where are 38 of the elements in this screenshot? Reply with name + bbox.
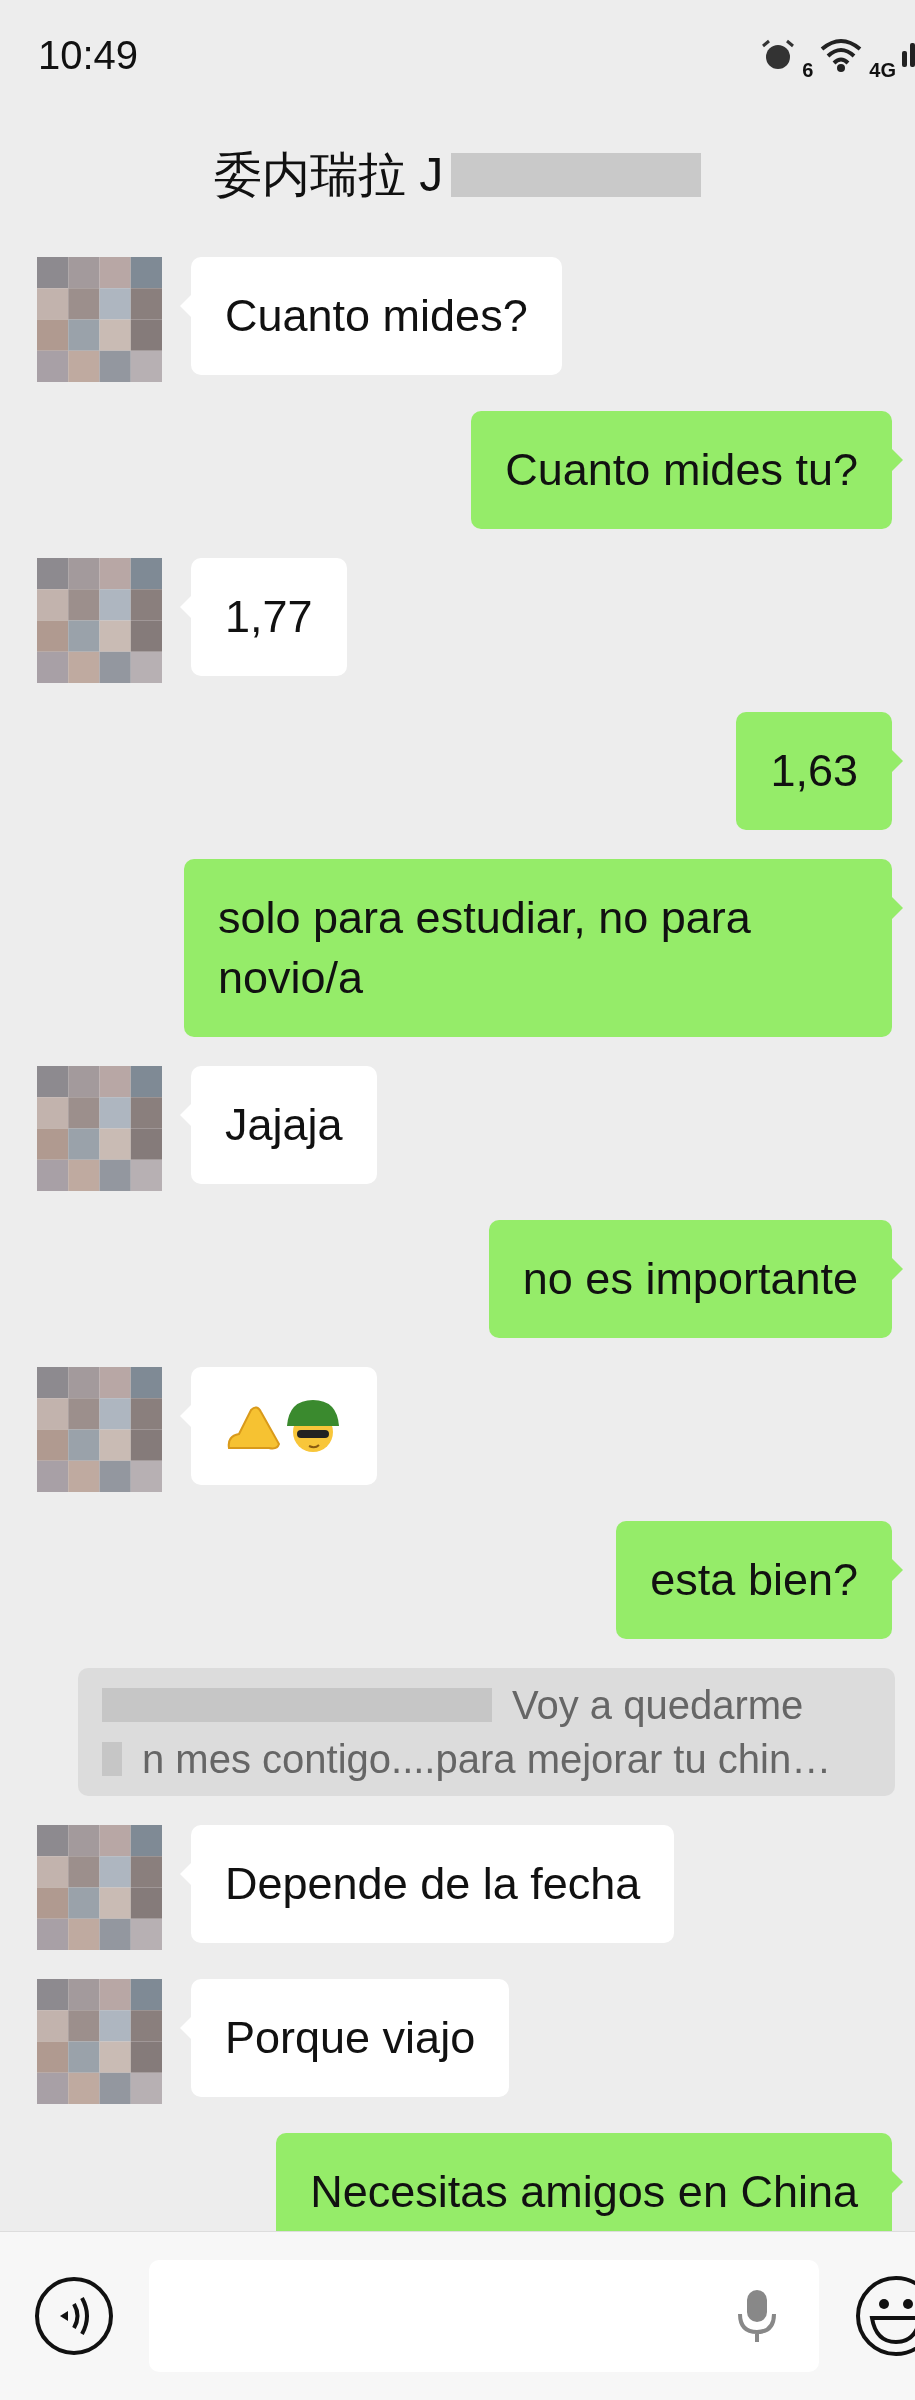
message-bubble[interactable]: no es importante bbox=[488, 1220, 892, 1338]
bubble-tail bbox=[892, 2171, 903, 2193]
microphone-icon[interactable] bbox=[737, 2288, 777, 2344]
avatar[interactable] bbox=[37, 1066, 162, 1191]
message-bubble[interactable]: Necesitas amigos en China bbox=[276, 2133, 892, 2231]
avatar[interactable] bbox=[37, 558, 162, 683]
bubble-tail bbox=[892, 897, 903, 919]
message-input-field[interactable] bbox=[149, 2260, 819, 2372]
wifi-icon bbox=[819, 37, 864, 73]
quote-text: Voy a quedarme bbox=[512, 1682, 804, 1729]
emoji-icon[interactable] bbox=[854, 2274, 915, 2358]
message-bubble[interactable]: Cuanto mides tu? bbox=[471, 411, 892, 529]
message-bubble[interactable]: Depende de la fecha bbox=[191, 1825, 675, 1943]
bubble-tail bbox=[892, 1559, 903, 1581]
quote-text: n mes contigo....para mejorar tu chin… bbox=[142, 1736, 832, 1783]
message-bubble[interactable]: Porque viajo bbox=[191, 1979, 510, 2097]
bubble-tail bbox=[892, 449, 903, 471]
avatar[interactable] bbox=[37, 257, 162, 382]
chat-title: 委内瑞拉 J bbox=[213, 147, 444, 203]
avatar[interactable] bbox=[37, 1825, 162, 1950]
message-bubble[interactable]: 1,77 bbox=[191, 558, 347, 676]
quoted-message[interactable]: Voy a quedarme n mes contigo....para mejorar tu chin… bbox=[78, 1668, 895, 1796]
message-bubble[interactable]: solo para estudiar, no para novio/a bbox=[184, 859, 892, 1037]
message-bubble[interactable]: esta bien? bbox=[616, 1521, 892, 1639]
network-label: 4G bbox=[869, 58, 896, 82]
message-bubble[interactable]: 1,63 bbox=[736, 712, 892, 830]
avatar[interactable] bbox=[37, 1367, 162, 1492]
clock-time: 10:49 bbox=[38, 32, 139, 78]
voice-input-icon[interactable] bbox=[34, 2276, 114, 2356]
message-bubble[interactable]: Jajaja bbox=[191, 1066, 377, 1184]
message-bubble[interactable]: Cuanto mides? bbox=[191, 257, 562, 375]
avatar[interactable] bbox=[37, 1979, 162, 2104]
wifi-label: 6 bbox=[802, 58, 814, 82]
bubble-tail bbox=[892, 750, 903, 772]
message-bubble[interactable] bbox=[191, 1367, 377, 1485]
bubble-tail bbox=[892, 1258, 903, 1280]
signal-icon bbox=[902, 43, 915, 67]
alarm-icon bbox=[760, 38, 797, 72]
